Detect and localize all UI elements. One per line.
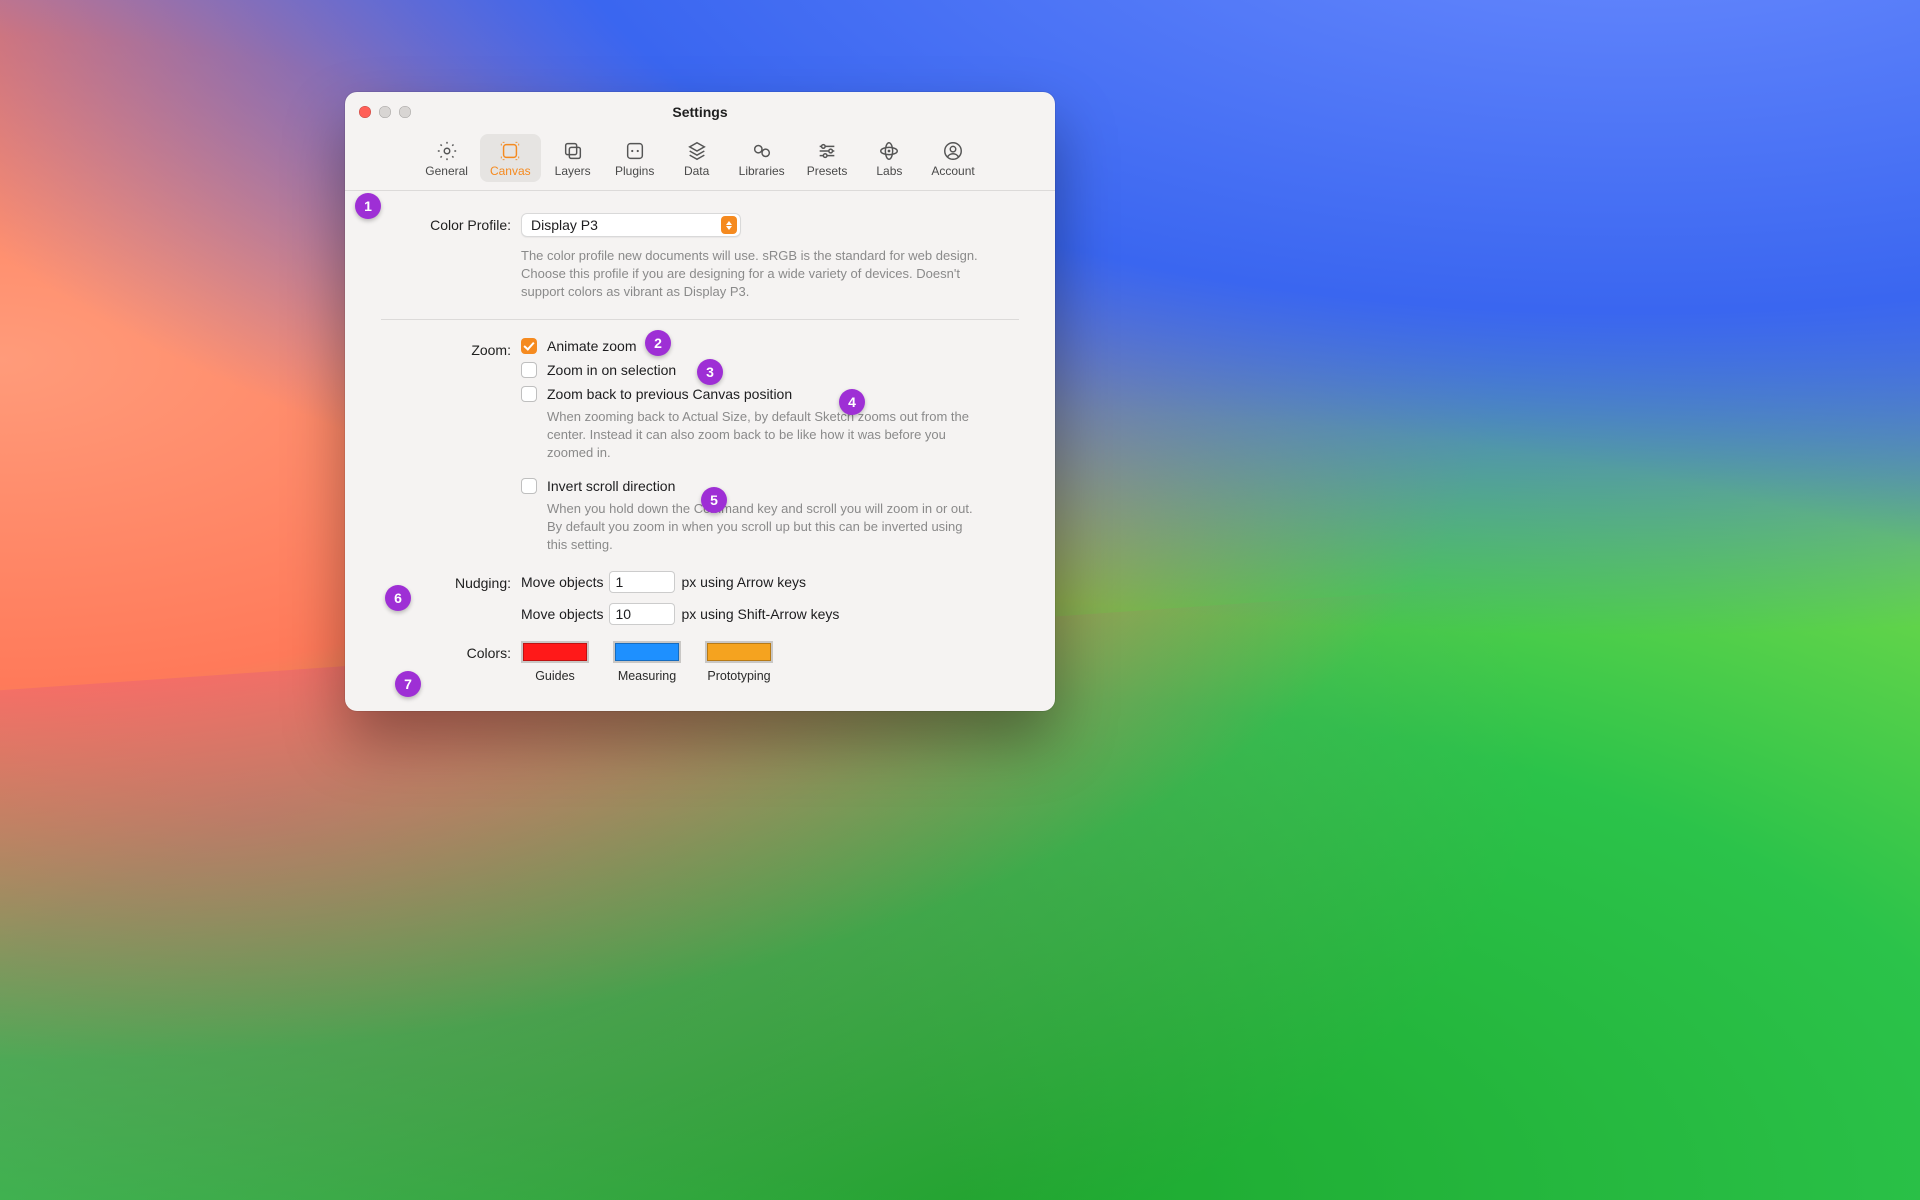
libraries-icon [751, 140, 773, 162]
annotation-3: 3 [697, 359, 723, 385]
canvas-icon [499, 140, 521, 162]
nudge-shift-suffix: px using Shift-Arrow keys [681, 606, 839, 622]
settings-window: Settings General Canvas Layers Plugins [345, 92, 1055, 711]
tab-presets[interactable]: Presets [797, 134, 858, 182]
tab-canvas[interactable]: Canvas [480, 134, 541, 182]
tab-plugins[interactable]: Plugins [605, 134, 665, 182]
tab-libraries[interactable]: Libraries [729, 134, 795, 182]
zoom-label: Zoom: [381, 338, 521, 358]
tab-general[interactable]: General [415, 134, 478, 182]
invert-scroll-checkbox[interactable] [521, 478, 537, 494]
settings-content: 1 2 3 4 5 6 7 Color Profile: Display P3 … [345, 191, 1055, 711]
annotation-7: 7 [395, 671, 421, 697]
labs-icon [878, 140, 900, 162]
tab-label: Canvas [490, 164, 531, 178]
tab-label: Layers [555, 164, 591, 178]
annotation-2: 2 [645, 330, 671, 356]
tab-label: Labs [876, 164, 902, 178]
colors-label: Colors: [381, 641, 521, 661]
window-title: Settings [345, 104, 1055, 120]
nudge-move-prefix-2: Move objects [521, 606, 603, 622]
layers-icon [562, 140, 584, 162]
nudge-shift-input[interactable]: 10 [609, 603, 675, 625]
invert-scroll-help: When you hold down the Command key and s… [547, 500, 977, 554]
color-profile-label: Color Profile: [381, 213, 521, 233]
gear-icon [436, 140, 458, 162]
nudge-move-prefix-1: Move objects [521, 574, 603, 590]
zoom-back-label: Zoom back to previous Canvas position [547, 386, 792, 402]
tab-label: General [425, 164, 468, 178]
window-titlebar: Settings [345, 92, 1055, 132]
nudge-arrow-input[interactable]: 1 [609, 571, 675, 593]
color-profile-help: The color profile new documents will use… [521, 247, 991, 301]
measuring-color-swatch[interactable] [613, 641, 681, 663]
plugins-icon [624, 140, 646, 162]
tab-label: Plugins [615, 164, 654, 178]
annotation-6: 6 [385, 585, 411, 611]
zoom-back-checkbox[interactable] [521, 386, 537, 402]
tab-labs[interactable]: Labs [859, 134, 919, 182]
zoom-back-help: When zooming back to Actual Size, by def… [547, 408, 977, 462]
measuring-color-label: Measuring [618, 669, 676, 683]
tab-account[interactable]: Account [921, 134, 984, 182]
annotation-1: 1 [355, 193, 381, 219]
tab-data[interactable]: Data [667, 134, 727, 182]
guides-color-swatch[interactable] [521, 641, 589, 663]
tab-label: Presets [807, 164, 848, 178]
tab-label: Libraries [739, 164, 785, 178]
prototyping-color-swatch[interactable] [705, 641, 773, 663]
annotation-4: 4 [839, 389, 865, 415]
annotation-5: 5 [701, 487, 727, 513]
guides-color-label: Guides [535, 669, 575, 683]
color-profile-select[interactable]: Display P3 [521, 213, 741, 237]
color-profile-value: Display P3 [531, 217, 598, 233]
presets-icon [816, 140, 838, 162]
animate-zoom-checkbox[interactable] [521, 338, 537, 354]
zoom-on-selection-label: Zoom in on selection [547, 362, 676, 378]
divider [381, 319, 1019, 320]
zoom-on-selection-checkbox[interactable] [521, 362, 537, 378]
chevron-up-down-icon [721, 216, 737, 234]
tab-label: Data [684, 164, 709, 178]
tab-label: Account [931, 164, 974, 178]
settings-toolbar: General Canvas Layers Plugins Data [345, 132, 1055, 191]
data-icon [686, 140, 708, 162]
animate-zoom-label: Animate zoom [547, 338, 636, 354]
nudge-arrow-suffix: px using Arrow keys [681, 574, 806, 590]
tab-layers[interactable]: Layers [543, 134, 603, 182]
account-icon [942, 140, 964, 162]
invert-scroll-label: Invert scroll direction [547, 478, 675, 494]
prototyping-color-label: Prototyping [707, 669, 770, 683]
